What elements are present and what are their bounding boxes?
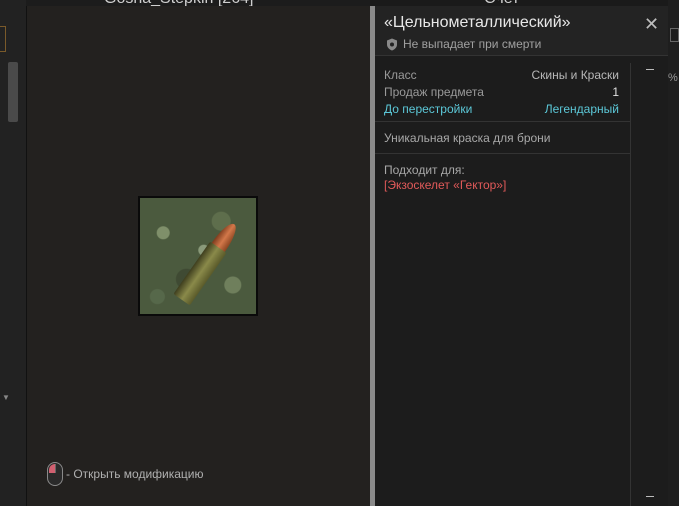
item-compatibility-section: Подходит для: [Экзоскелет «Гектор»]: [375, 154, 630, 506]
stat-row-class: Класс Скины и Краски: [384, 68, 619, 82]
stat-label: Продаж предмета: [384, 85, 484, 99]
stat-value: Легендарный: [544, 102, 619, 116]
fits-item-link[interactable]: [Экзоскелет «Гектор»]: [384, 178, 506, 192]
bullet-icon: [173, 219, 242, 306]
scroll-down-icon[interactable]: [646, 496, 654, 497]
background-arrow-icon: ▼: [2, 393, 10, 402]
background-right-strip: %: [668, 0, 679, 506]
item-preview-panel: - Открыть модификацию: [26, 6, 370, 506]
item-info-panel: «Цельнометаллический» ✕ Не выпадает при …: [370, 6, 668, 506]
stat-label: Класс: [384, 68, 417, 82]
background-scrollbar: [8, 62, 18, 122]
stat-row-rebuild: До перестройки Легендарный: [384, 102, 619, 116]
item-image: [138, 196, 258, 316]
item-title: «Цельнометаллический»: [384, 14, 571, 31]
close-icon[interactable]: ✕: [644, 14, 659, 35]
background-percent: %: [668, 72, 678, 84]
background-tab-notch: [0, 26, 6, 52]
item-info-header: «Цельнометаллический» ✕ Не выпадает при …: [375, 6, 668, 56]
item-stats: Класс Скины и Краски Продаж предмета 1 Д…: [375, 63, 630, 122]
background-left-strip: ▼: [0, 0, 26, 506]
stat-value: Скины и Краски: [531, 68, 619, 82]
scrollbar[interactable]: [630, 63, 668, 506]
fits-label: Подходит для:: [384, 163, 465, 177]
shield-icon: [387, 38, 397, 51]
no-drop-text: Не выпадает при смерти: [403, 37, 542, 51]
stat-label: До перестройки: [384, 102, 473, 116]
background-square-icon: [670, 28, 679, 42]
open-modification-text: - Открыть модификацию: [66, 467, 204, 481]
scroll-up-icon[interactable]: [646, 69, 654, 70]
stat-value: 1: [612, 85, 619, 99]
item-description: Уникальная краска для брони: [384, 131, 551, 145]
open-modification-hint: - Открыть модификацию: [47, 462, 204, 486]
mouse-left-click-icon: [47, 462, 63, 486]
stat-row-sales: Продаж предмета 1: [384, 85, 619, 99]
item-description-section: Уникальная краска для брони: [375, 122, 630, 154]
